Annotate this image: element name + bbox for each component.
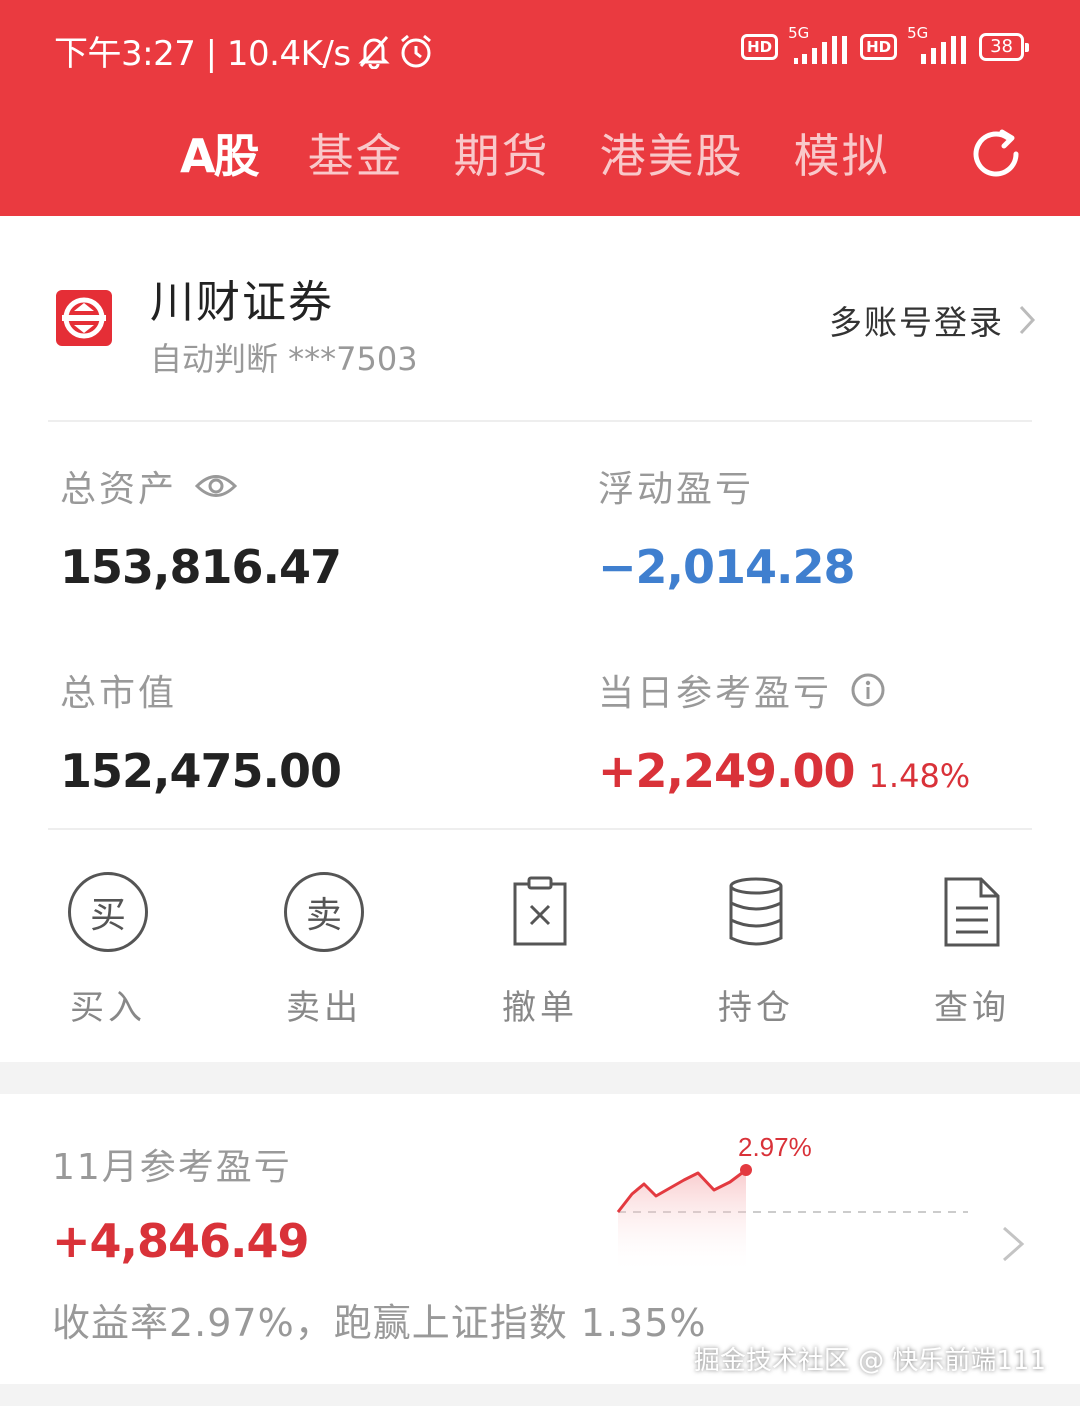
positions-button[interactable]: 持仓 (648, 872, 864, 1029)
clipboard-x-icon (513, 876, 567, 946)
tab-a-shares[interactable]: A股 (180, 120, 260, 186)
total-assets-label: 总资产 (60, 469, 178, 510)
bell-muted-icon (357, 35, 390, 69)
query-button[interactable]: 查询 (864, 872, 1080, 1029)
daily-pl-label: 当日参考盈亏 (598, 673, 833, 714)
sell-label: 卖出 (286, 988, 362, 1028)
buy-label: 买入 (70, 988, 146, 1028)
sparkline-endpoint (740, 1164, 752, 1176)
multi-login-label: 多账号登录 (829, 303, 1004, 342)
sell-icon: 卖 (284, 872, 364, 952)
status-time-speed: 下午3:27 | 10.4K/s (54, 34, 351, 74)
daily-pl-percent: 1.48% (868, 757, 971, 795)
signal-5g-icon: 5G (907, 24, 969, 64)
market-value-value: 152,475.00 (60, 744, 342, 798)
multi-account-login-button[interactable]: 多账号登录 (829, 296, 1036, 344)
tab-hk-us-stocks[interactable]: 港美股 (600, 120, 744, 186)
hd-badge: HD (741, 34, 779, 60)
battery-icon: 38 (979, 33, 1029, 61)
query-label: 查询 (934, 988, 1010, 1028)
cancel-order-label: 撤单 (502, 988, 578, 1028)
cancel-order-button[interactable]: 撤单 (432, 872, 648, 1029)
sparkline-label: 2.97% (738, 1132, 812, 1162)
watermark: 掘金技术社区 @ 快乐前端111 (693, 1346, 1046, 1376)
alarm-clock-icon (400, 34, 431, 67)
floating-pl-value: −2,014.28 (598, 540, 856, 594)
sell-button[interactable]: 卖 卖出 (216, 872, 432, 1029)
refresh-icon[interactable] (966, 124, 1026, 184)
market-value: 总市值 152,475.00 (60, 664, 342, 798)
sparkline-area (618, 1170, 746, 1274)
tab-futures[interactable]: 期货 (454, 120, 550, 186)
account-number: 自动判断 ***7503 (150, 340, 418, 378)
broker-logo (56, 290, 112, 346)
monthly-pl-title: 11月参考盈亏 (52, 1147, 292, 1188)
status-bar-right: HD 5G HD 5G 38 (741, 24, 1029, 64)
market-value-label: 总市值 (60, 673, 178, 714)
app-header: 下午3:27 | 10.4K/s HD 5G HD 5G 38 A股 基金 期货… (0, 0, 1080, 216)
positions-label: 持仓 (718, 988, 794, 1028)
floating-pl: 浮动盈亏 −2,014.28 (598, 460, 856, 594)
divider (48, 420, 1032, 422)
monthly-trend-sparkline: 2.97% (616, 1132, 968, 1274)
monthly-pl-value: +4,846.49 (52, 1214, 310, 1268)
buy-icon: 买 (68, 872, 148, 952)
status-bar-left: 下午3:27 | 10.4K/s (54, 26, 435, 75)
signal-5g-icon: 5G (788, 24, 850, 64)
info-icon[interactable] (850, 672, 886, 708)
broker-name: 川财证券 (150, 277, 334, 328)
divider (48, 828, 1032, 830)
buy-button[interactable]: 买 买入 (0, 872, 216, 1029)
eye-icon[interactable] (195, 471, 238, 501)
database-icon (729, 877, 783, 946)
daily-pl-value: +2,249.00 (598, 744, 856, 798)
trade-actions: 买 买入 卖 卖出 撤单 持仓 查询 (0, 872, 1080, 1029)
tab-simulation[interactable]: 模拟 (794, 120, 890, 186)
account-card: 川财证券 自动判断 ***7503 多账号登录 总资产 153,816.47 浮… (0, 216, 1080, 1062)
document-icon (944, 877, 1000, 947)
total-assets-value: 153,816.47 (60, 540, 342, 594)
total-assets: 总资产 153,816.47 (60, 460, 342, 594)
daily-pl: 当日参考盈亏 +2,249.00 1.48% (598, 664, 970, 798)
monthly-return-summary: 收益率2.97%，跑赢上证指数 1.35% (52, 1301, 707, 1345)
chevron-right-icon[interactable] (1000, 1224, 1026, 1264)
hd-badge: HD (860, 34, 898, 60)
market-tabs: A股 基金 期货 港美股 模拟 (180, 120, 890, 186)
floating-pl-label: 浮动盈亏 (598, 469, 755, 510)
tab-funds[interactable]: 基金 (308, 120, 404, 186)
chevron-right-icon (1019, 305, 1036, 335)
